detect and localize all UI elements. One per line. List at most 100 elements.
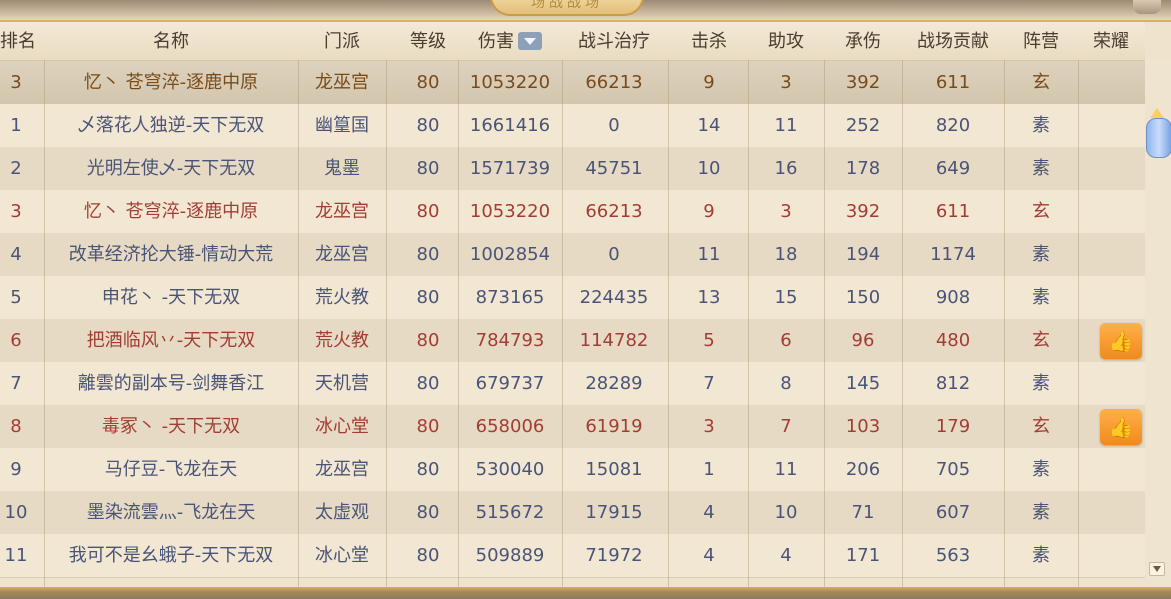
scroll-down-button[interactable]: [1149, 562, 1165, 576]
cell-school: 荒火教: [315, 287, 369, 308]
cell-rank: 6: [10, 330, 22, 351]
title-text: 场战战场: [531, 0, 603, 11]
column-header-camp[interactable]: 阵营: [1004, 22, 1078, 60]
cell-rank: 8: [10, 416, 22, 437]
cell-taken: 171: [845, 545, 881, 566]
cell-school: 冰心堂: [315, 416, 369, 437]
column-header-taken[interactable]: 承伤: [824, 22, 902, 60]
cell-school: 龙巫宫: [315, 459, 369, 480]
cell-damage: 679737: [475, 373, 545, 394]
column-header-honor[interactable]: 荣耀: [1078, 22, 1144, 60]
table-row[interactable]: 10 墨染流雲灬-飞龙在天 太虚观 80 515672 17915 4 10 71 607 素: [0, 491, 1145, 535]
cell-heal: 61919: [585, 416, 643, 437]
cell-rank: 3: [10, 72, 22, 93]
cell-camp: 素: [1032, 459, 1050, 480]
column-header-label: 荣耀: [1093, 31, 1129, 52]
cell-assists: 8: [780, 373, 792, 394]
table-row[interactable]: 11 我可不是幺蛾子-天下无双 冰心堂 80 509889 71972 4 4 171 563 素: [0, 534, 1145, 578]
column-header-label: 战斗治疗: [578, 31, 650, 52]
cell-kills: 7: [703, 373, 715, 394]
table-row[interactable]: 1 乄落花人独逆-天下无双 幽篁国 80 1661416 0 14 11 252 820 素: [0, 104, 1145, 148]
table-row[interactable]: 2 光明左使乄-天下无双 鬼墨 80 1571739 45751 10 16 178 649 素: [0, 147, 1145, 191]
cell-assists: 11: [774, 459, 798, 480]
column-divider: [298, 60, 299, 587]
column-divider: [748, 60, 749, 587]
bottom-frame: [0, 587, 1171, 599]
cell-rank: 5: [10, 287, 22, 308]
table-row[interactable]: 9 马仔豆-飞龙在天 龙巫宫 80 530040 15081 1 11 206 705 素: [0, 448, 1145, 492]
cell-school: 冰心堂: [315, 545, 369, 566]
column-header-label: 名称: [153, 31, 189, 52]
cell-heal: 17915: [585, 502, 643, 523]
cell-damage: 1002854: [469, 244, 551, 265]
cell-name: 改革经济抡大锤-情动大荒: [68, 244, 274, 265]
cell-damage: 784793: [475, 330, 545, 351]
cell-taken: 145: [845, 373, 881, 394]
cell-damage: 1661416: [469, 115, 551, 136]
cell-assists: 11: [774, 115, 798, 136]
cell-damage: 873165: [475, 287, 545, 308]
column-header-school[interactable]: 门派: [298, 22, 386, 60]
cell-name: 光明左使乄-天下无双: [86, 158, 256, 179]
table-row[interactable]: 6 把酒临风丷-天下无双 荒火教 80 784793 114782 5 6 96 480 玄 👍: [0, 319, 1145, 363]
scroll-thumb[interactable]: [1146, 118, 1171, 158]
close-corner-icon[interactable]: [1133, 0, 1161, 14]
thumbs-up-icon[interactable]: 👍: [1100, 323, 1142, 359]
column-header-contribution[interactable]: 战场贡献: [902, 22, 1004, 60]
table-row[interactable]: 3 忆丶 苍穹淬-逐鹿中原 龙巫宫 80 1053220 66213 9 3 392 611 玄: [0, 190, 1145, 234]
cell-taken: 103: [845, 416, 881, 437]
column-header-heal[interactable]: 战斗治疗: [562, 22, 666, 60]
cell-kills: 1: [703, 459, 715, 480]
cell-camp: 玄: [1032, 330, 1050, 351]
cell-school: 龙巫宫: [315, 201, 369, 222]
cell-assists: 4: [780, 545, 792, 566]
column-header-label: 排名: [0, 31, 36, 52]
cell-contribution: 812: [935, 373, 971, 394]
cell-damage: 530040: [475, 459, 545, 480]
cell-rank: 7: [10, 373, 22, 394]
cell-camp: 素: [1032, 158, 1050, 179]
table-row[interactable]: 8 毒冢丶 -天下无双 冰心堂 80 658006 61919 3 7 103 179 玄 👍: [0, 405, 1145, 449]
column-header-assists[interactable]: 助攻: [748, 22, 824, 60]
cell-kills: 13: [697, 287, 721, 308]
cell-contribution: 480: [935, 330, 971, 351]
table-row[interactable]: 7 離雲的副本号-剑舞香江 天机营 80 679737 28289 7 8 145 812 素: [0, 362, 1145, 406]
cell-contribution: 1174: [930, 244, 976, 265]
cell-camp: 玄: [1032, 201, 1050, 222]
cell-rank: 3: [10, 201, 22, 222]
column-header-rank[interactable]: 排名: [0, 22, 36, 60]
cell-assists: 3: [780, 72, 792, 93]
table-row[interactable]: 4 改革经济抡大锤-情动大荒 龙巫宫 80 1002854 0 11 18 194 1174 素: [0, 233, 1145, 277]
column-divider: [824, 60, 825, 587]
column-header-kills[interactable]: 击杀: [668, 22, 750, 60]
cell-contribution: 649: [935, 158, 971, 179]
cell-kills: 9: [703, 72, 715, 93]
cell-camp: 玄: [1032, 416, 1050, 437]
table-row[interactable]: 5 申花丶 -天下无双 荒火教 80 873165 224435 13 15 150 908 素: [0, 276, 1145, 320]
my-rank-row[interactable]: 3 忆丶 苍穹淬-逐鹿中原 龙巫宫 80 1053220 66213 9 3 392 611 玄: [0, 61, 1145, 105]
cell-school: 荒火教: [315, 330, 369, 351]
column-header-damage[interactable]: 伤害: [458, 22, 562, 60]
cell-name: 我可不是幺蛾子-天下无双: [68, 545, 274, 566]
cell-taken: 392: [845, 201, 881, 222]
sort-desc-icon[interactable]: [518, 32, 542, 50]
title-plaque: 场战战场: [490, 0, 644, 16]
cell-heal: 28289: [585, 373, 643, 394]
column-header-label: 助攻: [768, 31, 804, 52]
thumbs-up-icon[interactable]: 👍: [1100, 409, 1142, 445]
cell-name: 马仔豆-飞龙在天: [104, 459, 238, 480]
column-header-label: 等级: [410, 31, 446, 52]
cell-heal: 224435: [579, 287, 649, 308]
scroll-up-arrow-icon: [1150, 108, 1164, 118]
cell-taken: 206: [845, 459, 881, 480]
cell-contribution: 611: [935, 201, 971, 222]
cell-kills: 4: [703, 502, 715, 523]
cell-name: 毒冢丶 -天下无双: [101, 416, 241, 437]
cell-assists: 7: [780, 416, 792, 437]
cell-contribution: 611: [935, 72, 971, 93]
cell-heal: 66213: [585, 72, 643, 93]
cell-taken: 252: [845, 115, 881, 136]
cell-contribution: 908: [935, 287, 971, 308]
cell-contribution: 179: [935, 416, 971, 437]
column-header-name[interactable]: 名称: [44, 22, 298, 60]
